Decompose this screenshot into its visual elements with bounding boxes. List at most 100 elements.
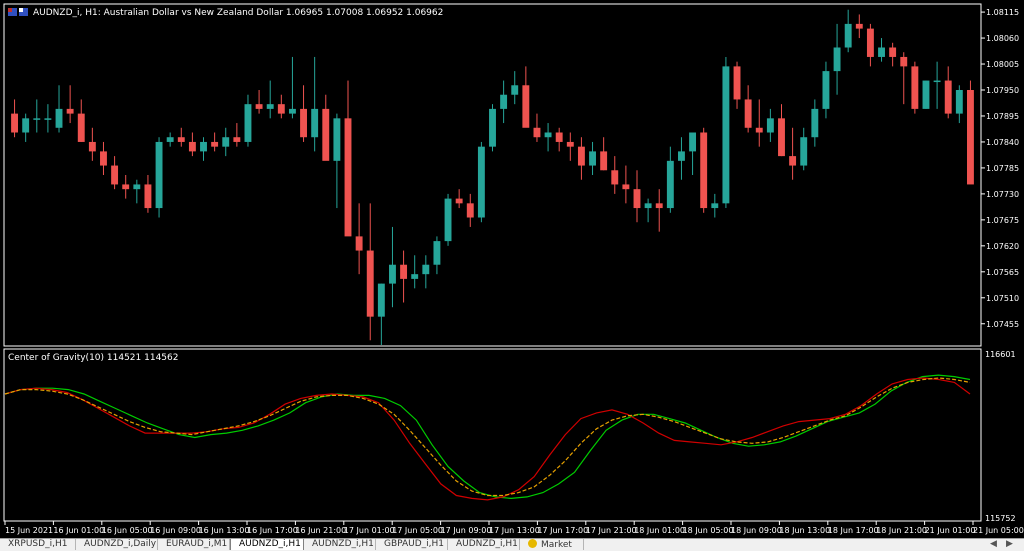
time-tick-label: 17 Jun 13:00	[489, 526, 540, 535]
candle-body	[522, 85, 530, 128]
candle-body	[111, 165, 119, 185]
time-tick-label: 17 Jun 01:00	[344, 526, 395, 535]
candle-body	[466, 203, 474, 218]
candle-body	[233, 137, 241, 142]
candle-body	[955, 90, 963, 114]
candle-body	[144, 184, 152, 209]
time-tick-label: 21 Jun 05:00	[973, 526, 1024, 535]
candle-body	[177, 137, 185, 142]
candle-body	[511, 85, 519, 95]
candle-body	[311, 108, 319, 138]
time-tick-label: 17 Jun 21:00	[586, 526, 637, 535]
candle-body	[622, 184, 630, 190]
time-tick-label: 18 Jun 17:00	[828, 526, 879, 535]
candle-body	[644, 203, 652, 209]
candle-body	[689, 132, 697, 152]
candle-body	[489, 108, 496, 147]
candle-body	[678, 151, 685, 161]
candle-body	[933, 80, 941, 83]
candle-body	[589, 151, 596, 166]
candle-body	[255, 104, 263, 109]
tab-euraud-m1[interactable]: EURAUD_i,M1	[158, 539, 230, 550]
candle-body	[600, 151, 608, 171]
price-tick-label: 1.08060	[986, 34, 1019, 43]
candle-body	[55, 108, 63, 128]
tab-audnzd-h1-3[interactable]: AUDNZD_i,H1	[448, 539, 520, 550]
candle-body	[444, 198, 452, 242]
tab-audnzd-h1-2[interactable]: AUDNZD_i,H1	[304, 539, 376, 550]
price-tick-label: 1.07730	[986, 190, 1019, 199]
coin-icon	[528, 539, 537, 548]
price-tick-label: 1.07950	[986, 86, 1019, 95]
candle-body	[22, 118, 30, 133]
candle-body	[778, 118, 785, 157]
chart-title: AUDNZD_i, H1: Australian Dollar vs New Z…	[33, 8, 443, 18]
candle-body	[322, 108, 330, 161]
candle-body	[377, 283, 385, 317]
candle-body	[911, 66, 919, 109]
candle-body	[866, 28, 874, 57]
time-tick-label: 18 Jun 05:00	[683, 526, 734, 535]
candle-body	[900, 56, 908, 67]
indicator-axis-top-label: 116601	[985, 350, 1016, 359]
candle-body	[422, 264, 430, 275]
indicator-axis-bottom-label: 115752	[985, 514, 1016, 523]
candle-body	[944, 80, 952, 114]
time-tick-label: 21 Jun 01:00	[925, 526, 976, 535]
price-tick-label: 1.07840	[986, 138, 1019, 147]
candle-body	[555, 132, 563, 142]
chart-area[interactable]: AUDNZD_i, H1: Australian Dollar vs New Z…	[0, 0, 1024, 538]
candle-body	[122, 184, 130, 190]
candle-body	[611, 170, 619, 185]
candle-body	[266, 104, 274, 109]
price-tick-label: 1.08005	[986, 60, 1019, 69]
candle-body	[300, 108, 307, 138]
time-tick-label: 17 Jun 05:00	[392, 526, 443, 535]
candle-body	[733, 66, 741, 100]
candle-body	[766, 118, 774, 133]
candle-body	[11, 113, 19, 133]
time-tick-label: 16 Jun 01:00	[53, 526, 104, 535]
candle-body	[655, 203, 663, 209]
candle-body	[355, 236, 363, 251]
candle-body	[100, 151, 107, 166]
candle-body	[633, 189, 641, 209]
candle-body	[500, 94, 508, 109]
tab-gbpaud-h1[interactable]: GBPAUD_i,H1	[376, 539, 448, 550]
tabs-scroll-left-icon[interactable]: ◀	[990, 539, 997, 550]
candle-body	[33, 118, 41, 120]
indicator-title: Center of Gravity(10) 114521 114562	[8, 353, 178, 363]
candle-body	[811, 108, 819, 138]
candle-body	[722, 66, 730, 204]
time-tick-label: 16 Jun 21:00	[295, 526, 346, 535]
price-tick-label: 1.07565	[986, 268, 1019, 277]
candle-body	[344, 118, 352, 237]
time-tick-label: 18 Jun 13:00	[779, 526, 830, 535]
price-tick-label: 1.07785	[986, 164, 1019, 173]
candle-body	[544, 132, 552, 138]
candle-body	[200, 141, 207, 152]
candle-body	[277, 104, 285, 114]
tabs-scroll-right-icon[interactable]: ▶	[1006, 539, 1013, 550]
time-tick-label: 17 Jun 09:00	[441, 526, 492, 535]
tab-market[interactable]: Market	[520, 539, 584, 550]
tab-audnzd-h1-active[interactable]: AUDNZD_i,H1	[230, 539, 304, 550]
tab-xrpusd-h1[interactable]: XRPUSD_i,H1	[0, 539, 76, 550]
candle-body	[400, 264, 408, 279]
tab-market-label: Market	[541, 540, 572, 550]
time-tick-label: 16 Jun 09:00	[150, 526, 201, 535]
tab-audnzd-daily[interactable]: AUDNZD_i,Daily	[76, 539, 158, 550]
candle-body	[833, 47, 841, 72]
candle-body	[855, 23, 863, 29]
time-tick-label: 16 Jun 17:00	[247, 526, 298, 535]
candle-body	[577, 146, 585, 166]
time-tick-label: 18 Jun 09:00	[731, 526, 782, 535]
price-tick-label: 1.07510	[986, 294, 1019, 303]
candle-body	[366, 250, 374, 317]
candle-body	[889, 47, 897, 57]
candle-body	[389, 264, 396, 284]
candle-body	[666, 160, 674, 209]
candle-body	[789, 156, 797, 166]
price-tick-label: 1.08115	[986, 8, 1019, 17]
candle-body	[211, 141, 219, 147]
